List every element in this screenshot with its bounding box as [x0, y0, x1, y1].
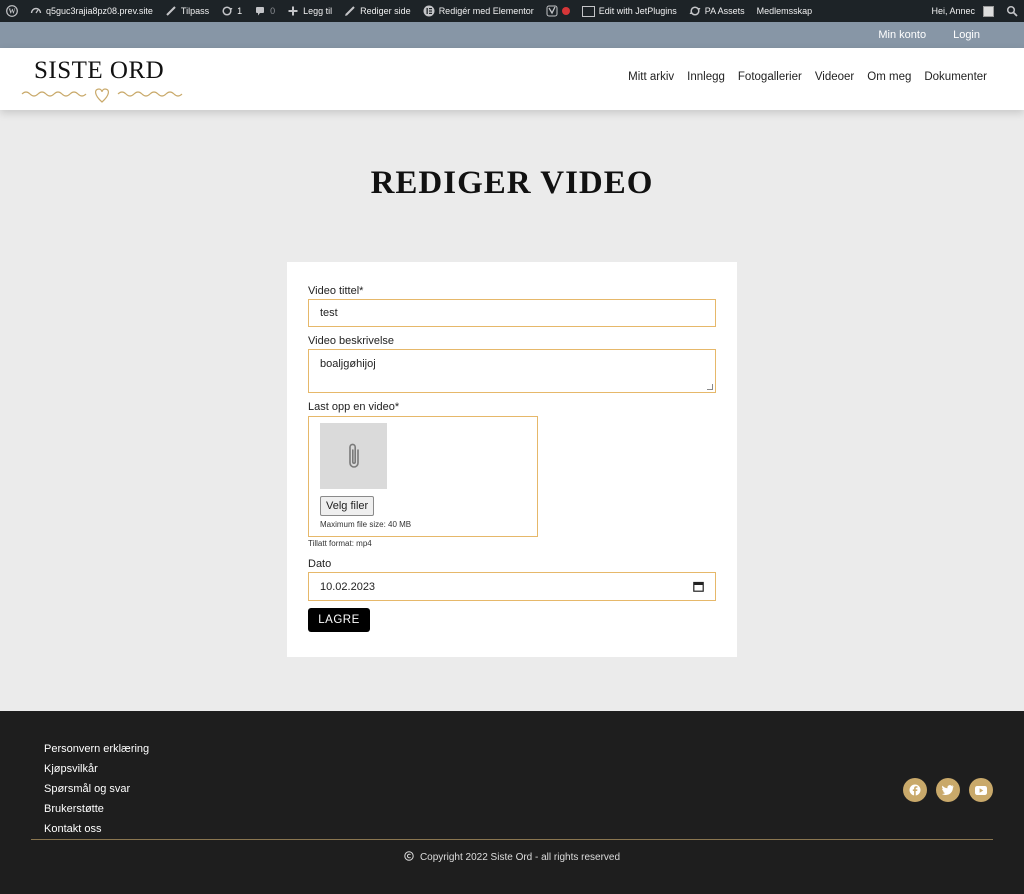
edit-jetplugins-link[interactable]: Edit with JetPlugins [576, 0, 683, 22]
account-bar: Min konto Login [0, 22, 1024, 48]
paperclip-icon [348, 443, 359, 468]
yoast-icon [546, 5, 558, 17]
login-link[interactable]: Login [953, 29, 980, 41]
upload-video-label: Last opp en video* [308, 401, 400, 413]
social-links [903, 778, 993, 802]
logo-text: SISTE ORD [34, 57, 165, 84]
save-button[interactable]: LAGRE [308, 608, 370, 632]
plus-icon [287, 5, 299, 17]
footer-link-privacy[interactable]: Personvern erklæring [44, 743, 149, 756]
customize-label: Tilpass [180, 6, 210, 16]
yoast-seo-button[interactable] [540, 0, 576, 22]
youtube-icon [975, 785, 987, 795]
elementor-icon [423, 5, 435, 17]
nav-item-mitt-arkiv[interactable]: Mitt arkiv [628, 71, 674, 83]
sync-icon [689, 5, 701, 17]
choose-files-button[interactable]: Velg filer [320, 496, 375, 516]
copyright: Copyright 2022 Siste Ord - all rights re… [0, 851, 1024, 864]
site-name: q5guc3rajia8pz08.prev.site [46, 6, 153, 16]
search-icon [1006, 5, 1018, 17]
allowed-format-note: Tillatt format: mp4 [308, 539, 372, 548]
jetplugins-icon [581, 5, 595, 17]
brush-icon [165, 5, 177, 17]
updates-link[interactable]: 1 [215, 0, 248, 22]
footer-links: Personvern erklæring Kjøpsvilkår Spørsmå… [44, 743, 149, 836]
edit-page-label: Rediger side [360, 6, 411, 16]
membership-label: Medlemsskap [756, 6, 813, 16]
date-value: 10.02.2023 [320, 580, 376, 593]
video-title-input[interactable]: test [308, 299, 716, 327]
pa-assets-label: PA Assets [704, 6, 745, 16]
footer-divider [31, 839, 993, 840]
nav-item-videoer[interactable]: Videoer [815, 71, 854, 83]
membership-link[interactable]: Medlemsskap [751, 0, 819, 22]
avatar [983, 5, 994, 17]
video-upload-dropzone[interactable]: Velg filer Maximum file size: 40 MB [308, 416, 538, 537]
my-account-menu[interactable]: Hei, Annec [925, 0, 1000, 22]
copyright-text: Copyright 2022 Siste Ord - all rights re… [419, 852, 621, 863]
youtube-link[interactable] [969, 778, 993, 802]
pa-assets-link[interactable]: PA Assets [683, 0, 751, 22]
customize-link[interactable]: Tilpass [159, 0, 215, 22]
seo-status-dot [561, 7, 570, 15]
comments-link[interactable]: 0 [248, 0, 281, 22]
nav-item-fotogallerier[interactable]: Fotogallerier [738, 71, 802, 83]
twitter-link[interactable] [936, 778, 960, 802]
edit-jetplugins-label: Edit with JetPlugins [598, 6, 677, 16]
edit-page-link[interactable]: Rediger side [338, 0, 417, 22]
date-input[interactable]: 10.02.2023 [308, 572, 716, 601]
copyright-icon [404, 851, 414, 864]
footer-link-faq[interactable]: Spørsmål og svar [44, 783, 149, 796]
dashboard-icon [30, 5, 42, 17]
twitter-icon [942, 785, 954, 795]
site-footer: Personvern erklæring Kjøpsvilkår Spørsmå… [0, 711, 1024, 894]
comment-icon [254, 5, 266, 17]
max-file-size: Maximum file size: 40 MB [320, 520, 412, 529]
facebook-icon [909, 784, 921, 796]
add-new-label: Legg til [303, 6, 333, 16]
footer-link-contact[interactable]: Kontakt oss [44, 823, 149, 836]
file-preview-thumbnail [320, 423, 387, 489]
admin-site-link[interactable]: q5guc3rajia8pz08.prev.site [24, 0, 159, 22]
video-title-label: Video tittel* [308, 285, 364, 297]
video-description-label: Video beskrivelse [308, 335, 395, 347]
admin-bar: W q5guc3rajia8pz08.prev.site Tilpass 1 0… [0, 0, 1024, 22]
main-nav: Mitt arkiv Innlegg Fotogallerier Videoer… [628, 71, 987, 83]
site-logo[interactable]: SISTE ORD [20, 54, 186, 106]
admin-search-button[interactable] [1000, 0, 1024, 22]
add-new-link[interactable]: Legg til [281, 0, 338, 22]
page-title: REDIGER VIDEO [370, 165, 654, 201]
logo-heart-ornament [21, 88, 183, 103]
svg-text:W: W [9, 8, 16, 16]
resize-handle[interactable] [707, 384, 713, 390]
wordpress-icon: W [6, 5, 18, 17]
facebook-link[interactable] [903, 778, 927, 802]
comments-count: 0 [270, 6, 276, 16]
my-account-link[interactable]: Min konto [878, 29, 926, 41]
wordpress-logo-button[interactable]: W [0, 0, 24, 22]
edit-elementor-link[interactable]: Redigér med Elementor [417, 0, 540, 22]
calendar-icon[interactable] [693, 581, 704, 595]
nav-item-dokumenter[interactable]: Dokumenter [924, 71, 987, 83]
site-header: SISTE ORD Mitt arkiv Innlegg Fotogalleri… [0, 48, 1024, 110]
updates-count: 1 [237, 6, 243, 16]
video-title-value: test [320, 307, 338, 319]
greeting-label: Hei, Annec [931, 6, 975, 16]
nav-item-om-meg[interactable]: Om meg [867, 71, 911, 83]
date-label: Dato [308, 558, 332, 570]
footer-link-support[interactable]: Brukerstøtte [44, 803, 149, 816]
pencil-icon [344, 5, 356, 17]
video-description-textarea[interactable]: boaljgøhijoj [308, 349, 716, 393]
edit-video-form: Video tittel* test Video beskrivelse boa… [287, 262, 737, 657]
edit-elementor-label: Redigér med Elementor [438, 6, 534, 16]
refresh-icon [221, 5, 233, 17]
video-description-value: boaljgøhijoj [320, 358, 376, 370]
footer-link-terms[interactable]: Kjøpsvilkår [44, 763, 149, 776]
nav-item-innlegg[interactable]: Innlegg [687, 71, 725, 83]
